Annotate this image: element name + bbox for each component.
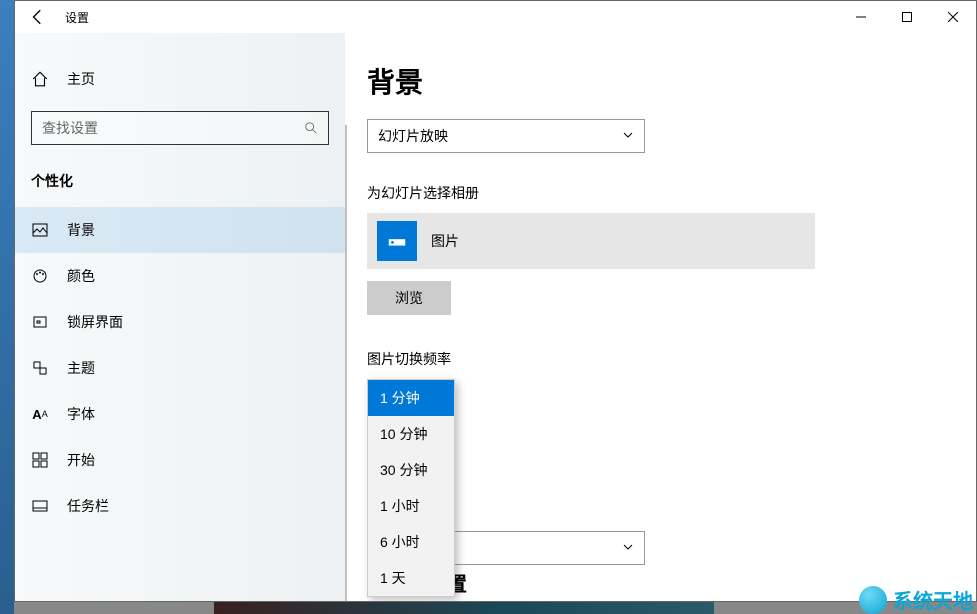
back-button[interactable] [29,8,47,26]
sidebar-item-colors[interactable]: 颜色 [15,253,345,299]
sidebar: 主页 个性化 背景 颜色 [15,33,345,601]
album-section-label: 为幻灯片选择相册 [367,183,976,203]
globe-icon [859,586,887,614]
sidebar-item-taskbar[interactable]: 任务栏 [15,483,345,529]
frequency-option[interactable]: 10 分钟 [368,416,454,452]
maximize-button[interactable] [884,1,930,33]
taskbar-peek [214,602,714,614]
background-mode-value: 幻灯片放映 [378,126,448,146]
minimize-button[interactable] [838,1,884,33]
category-title: 个性化 [15,145,345,207]
scroll-indicator [345,125,347,601]
watermark: 系统天地 [859,585,973,614]
sidebar-item-fonts[interactable]: AA 字体 [15,391,345,437]
sidebar-item-label: 背景 [67,220,95,240]
close-button[interactable] [930,1,976,33]
frequency-option[interactable]: 30 分钟 [368,452,454,488]
start-icon [31,451,49,469]
home-label: 主页 [67,69,95,89]
frequency-option[interactable]: 1 小时 [368,488,454,524]
sidebar-item-label: 开始 [67,450,95,470]
browse-button[interactable]: 浏览 [367,281,451,315]
page-title: 背景 [367,61,976,101]
sidebar-item-lockscreen[interactable]: 锁屏界面 [15,299,345,345]
sidebar-item-label: 主题 [67,358,95,378]
frequency-option[interactable]: 1 分钟 [368,380,454,416]
sidebar-item-label: 任务栏 [67,496,109,516]
sidebar-item-label: 字体 [67,404,95,424]
sidebar-item-start[interactable]: 开始 [15,437,345,483]
search-input[interactable] [32,112,294,144]
album-selection[interactable]: 图片 [367,213,815,269]
app-title: 设置 [65,9,89,26]
palette-icon [31,267,49,285]
home-icon [31,70,49,88]
titlebar: 设置 [15,1,976,33]
chevron-down-icon [622,128,634,144]
desktop-background-strip [0,0,14,614]
frequency-option[interactable]: 6 小时 [368,524,454,560]
frequency-label: 图片切换频率 [367,349,976,369]
home-link[interactable]: 主页 [15,61,345,97]
chevron-down-icon [622,540,634,556]
picture-icon [31,221,49,239]
frequency-option[interactable]: 1 天 [368,560,454,596]
sidebar-item-label: 锁屏界面 [67,312,123,332]
sidebar-item-themes[interactable]: 主题 [15,345,345,391]
watermark-text: 系统天地 [893,585,973,614]
search-icon [294,111,328,145]
theme-icon [31,359,49,377]
sidebar-item-label: 颜色 [67,266,95,286]
content-area: 背景 幻灯片放映 为幻灯片选择相册 图片 浏览 图片切换频率 [345,33,976,601]
sidebar-item-background[interactable]: 背景 [15,207,345,253]
background-mode-dropdown[interactable]: 幻灯片放映 [367,119,645,153]
settings-window: 设置 主页 [14,0,977,602]
frequency-dropdown-list: 1 分钟 10 分钟 30 分钟 1 小时 6 小时 1 天 [367,379,455,597]
album-name: 图片 [431,231,459,251]
search-box[interactable] [31,111,329,145]
lockscreen-icon [31,313,49,331]
album-thumbnail-icon [377,221,417,261]
taskbar-icon [31,497,49,515]
font-icon: AA [31,405,49,423]
